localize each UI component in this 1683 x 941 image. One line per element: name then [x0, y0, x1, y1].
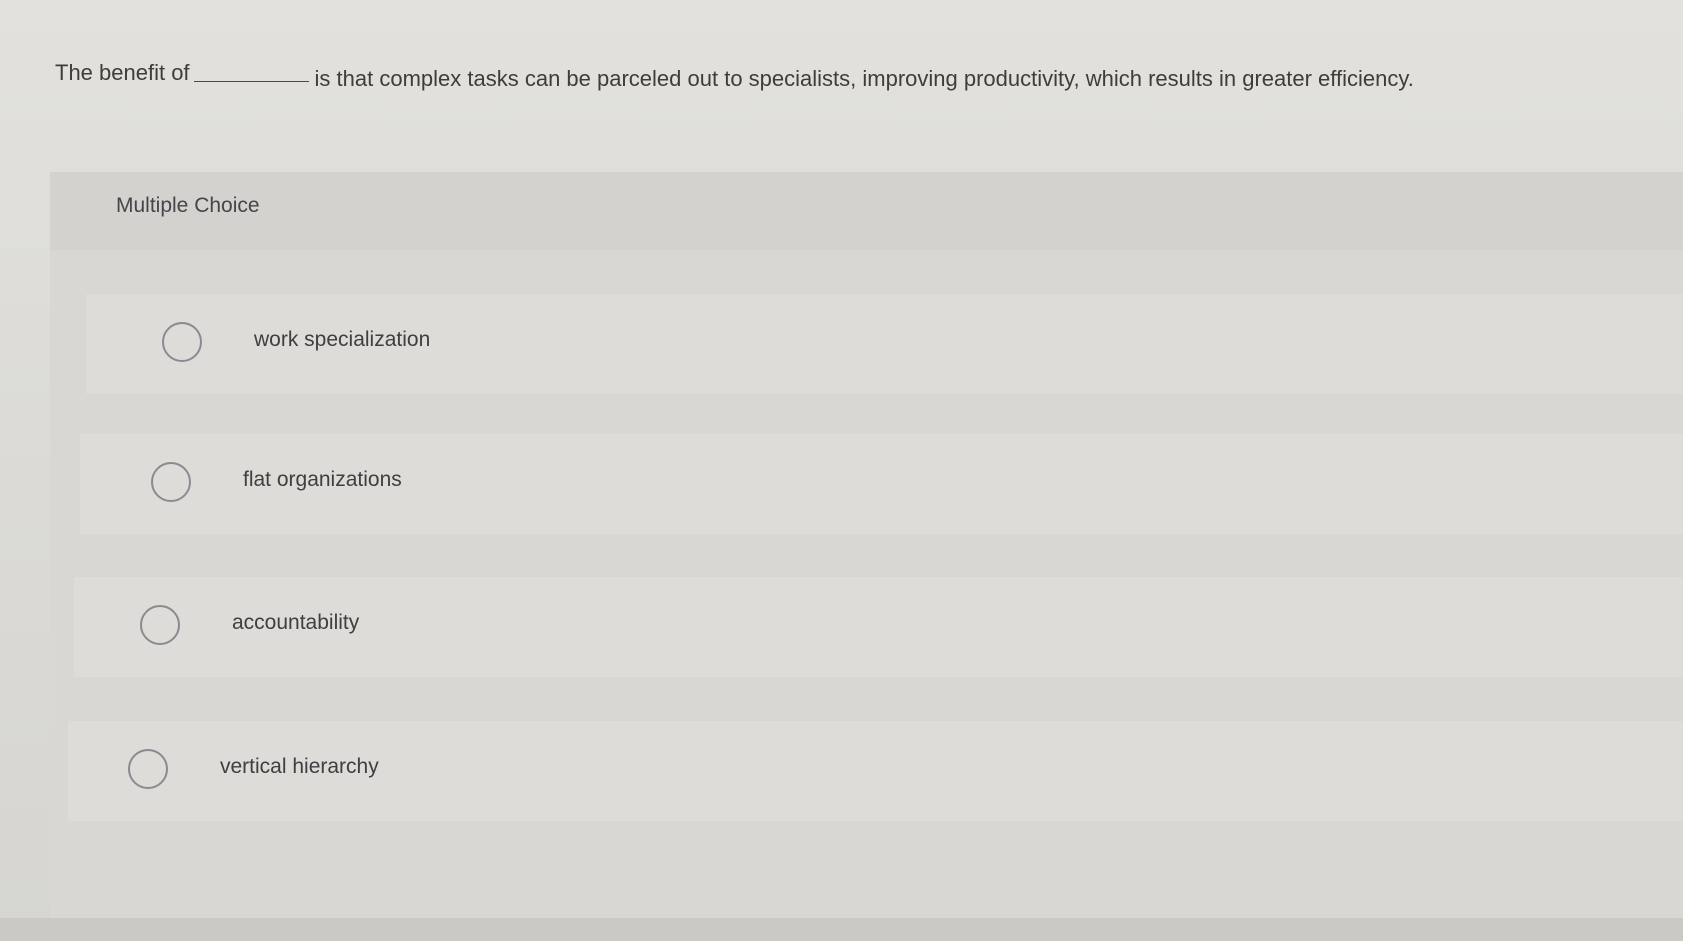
option-label: accountability: [232, 611, 360, 634]
option-label: vertical hierarchy: [220, 755, 379, 778]
option-label: work specialization: [254, 328, 431, 351]
question-after-blank: is that complex tasks can be parceled ou…: [314, 66, 1414, 91]
multiple-choice-heading: Multiple Choice: [116, 194, 260, 217]
radio-unselected-icon[interactable]: [151, 462, 191, 502]
answer-blank: [193, 63, 309, 82]
radio-unselected-icon[interactable]: [128, 749, 168, 789]
radio-unselected-icon[interactable]: [140, 605, 180, 645]
radio-unselected-icon[interactable]: [162, 322, 202, 362]
multiple-choice-header: Multiple Choice: [50, 172, 1683, 250]
bottom-edge: [0, 918, 1683, 941]
multiple-choice-panel: Multiple Choice work specialization flat…: [50, 172, 1683, 922]
option-flat-organizations[interactable]: flat organizations: [80, 434, 1683, 534]
option-accountability[interactable]: accountability: [74, 577, 1683, 677]
option-label: flat organizations: [243, 468, 402, 491]
question-before-blank: The benefit of: [55, 60, 190, 85]
screen: The benefit of is that complex tasks can …: [0, 0, 1683, 941]
option-work-specialization[interactable]: work specialization: [86, 294, 1683, 394]
option-vertical-hierarchy[interactable]: vertical hierarchy: [68, 721, 1683, 821]
question-text: The benefit of is that complex tasks can …: [55, 58, 1655, 91]
